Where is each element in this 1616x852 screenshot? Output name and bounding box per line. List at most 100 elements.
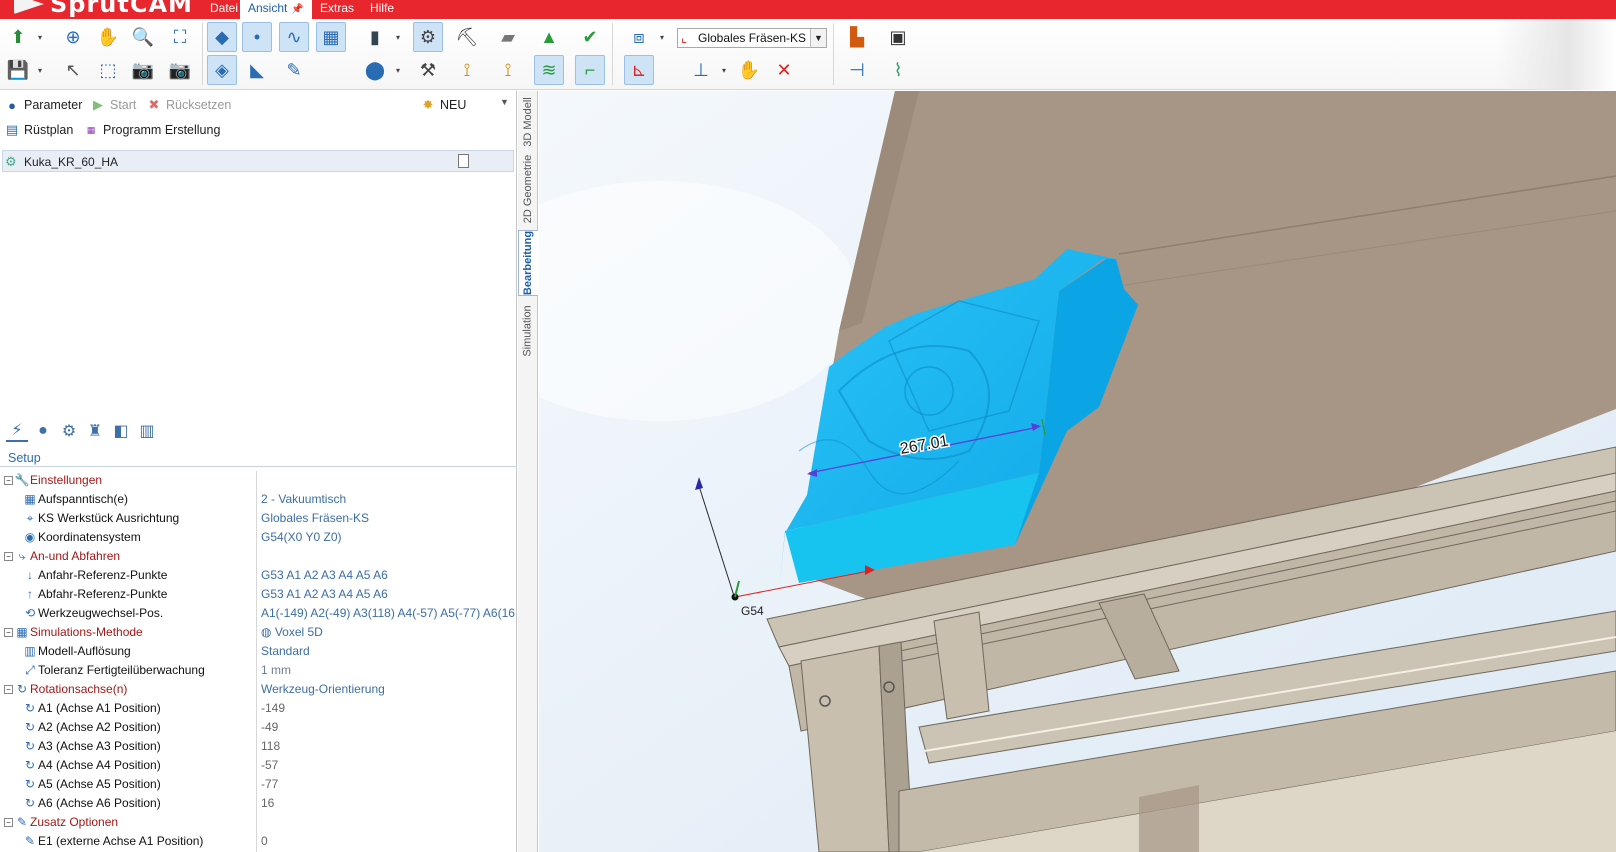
collapse-toggle-icon[interactable]: − xyxy=(4,476,13,485)
tab-2d-geometry[interactable]: 2D Geometrie xyxy=(518,153,538,225)
property-row[interactable]: ⟲ Werkzeugwechsel-Pos. A1(-149) A2(-49) A3… xyxy=(0,604,517,623)
property-row[interactable]: ↻ A1 (Achse A1 Position) -149 xyxy=(0,699,517,718)
color-analysis-icon[interactable]: ▙ xyxy=(842,22,872,52)
property-row[interactable]: ⤢ Toleranz Fertigteilüberwachung 1 mm xyxy=(0,661,517,680)
property-value[interactable]: Standard xyxy=(261,642,516,661)
document-icon[interactable] xyxy=(458,154,469,168)
filter-surfaces-icon[interactable]: ▦ xyxy=(316,22,346,52)
new-cs-icon[interactable]: ⊥ xyxy=(686,55,716,85)
view-cube-icon[interactable]: ⧈ xyxy=(624,22,654,52)
cs-edit-icon[interactable]: ✋ xyxy=(734,55,764,85)
project-tree-item[interactable]: ⚙ Kuka_KR_60_HA xyxy=(2,150,514,172)
pan-hand-icon[interactable]: ✋ xyxy=(93,22,123,52)
view-cube-dropdown-icon[interactable]: ▾ xyxy=(660,33,668,43)
filter-points-icon[interactable]: • xyxy=(242,22,272,52)
import-dropdown-icon[interactable]: ▾ xyxy=(38,33,46,43)
new-cs-dropdown-icon[interactable]: ▾ xyxy=(722,66,730,76)
property-category[interactable]: − ✎ Zusatz Optionen xyxy=(0,813,517,832)
property-row[interactable]: ▦ Aufspanntisch(e) 2 - Vakuumtisch xyxy=(0,490,517,509)
property-row[interactable]: ◉ Koordinatensystem G54(X0 Y0 Z0) xyxy=(0,528,517,547)
pin-icon[interactable]: 📌 xyxy=(291,4,303,15)
import-icon[interactable]: ⬆ xyxy=(3,22,33,52)
property-value[interactable]: ◍ Voxel 5D xyxy=(261,623,516,642)
start-button[interactable]: ▶ Start xyxy=(90,97,136,113)
shape-stock-dropdown-icon[interactable]: ▾ xyxy=(396,66,404,76)
camera-settings-icon[interactable]: 📷 xyxy=(165,55,195,85)
property-value[interactable]: Werkzeug-Orientierung xyxy=(261,680,516,699)
menu-ansicht[interactable]: Ansicht 📌 xyxy=(240,0,312,20)
collapse-toggle-icon[interactable]: − xyxy=(4,628,13,637)
axis-system-icon[interactable]: ⊾ xyxy=(624,55,654,85)
property-row[interactable]: ↓ Anfahr-Referenz-Punkte G53 A1 A2 A3 A4 A… xyxy=(0,566,517,585)
reset-button[interactable]: ✖ Rücksetzen xyxy=(146,97,232,113)
cylinder-stock-dropdown-icon[interactable]: ▾ xyxy=(396,33,404,43)
property-category[interactable]: − 🔧 Einstellungen xyxy=(0,471,517,490)
property-value[interactable]: 1 mm xyxy=(261,661,516,680)
menu-extras[interactable]: Extras xyxy=(312,0,362,19)
zoom-fit-icon[interactable]: ⛶ xyxy=(165,22,195,52)
property-row[interactable]: ↻ A5 (Achse A5 Position) -77 xyxy=(0,775,517,794)
tab-stock-icon[interactable]: ◧ xyxy=(110,420,132,442)
collapse-toggle-icon[interactable]: − xyxy=(4,685,13,694)
property-category[interactable]: − ⤷ An-und Abfahren xyxy=(0,547,517,566)
filter-faces-icon[interactable]: ◆ xyxy=(207,22,237,52)
setup-plan-button[interactable]: ▤ Rüstplan xyxy=(4,122,74,138)
property-category[interactable]: − ▦ Simulations-Methode ◍ Voxel 5D xyxy=(0,623,517,642)
property-row[interactable]: ↻ A4 (Achse A4 Position) -57 xyxy=(0,756,517,775)
coord-system-select[interactable]: ⌞ Globales Fräsen-KS ▼ xyxy=(677,28,827,48)
property-row[interactable]: ⌖ KS Werkstück Ausrichtung Globales Fräsen… xyxy=(0,509,517,528)
property-value[interactable]: -149 xyxy=(261,699,516,718)
tool-holder-icon[interactable]: ⚒ xyxy=(413,55,443,85)
tool-mill-icon[interactable]: ⟟ xyxy=(452,55,482,85)
property-value[interactable]: A1(-149) A2(-49) A3(118) A4(-57) A5(-77)… xyxy=(261,604,516,623)
filter-paint-icon[interactable]: ✎ xyxy=(279,55,309,85)
tab-3d-model[interactable]: 3D Modell xyxy=(518,95,538,149)
property-row[interactable]: ↻ A6 (Achse A6 Position) 16 xyxy=(0,794,517,813)
machine-setup-icon[interactable]: ⚙ xyxy=(413,22,443,52)
caliper-icon[interactable]: ⊣ xyxy=(842,55,872,85)
property-value[interactable]: 0 xyxy=(261,832,516,851)
property-row[interactable]: ↻ A3 (Achse A3 Position) 118 xyxy=(0,737,517,756)
property-value[interactable]: G54(X0 Y0 Z0) xyxy=(261,528,516,547)
property-category[interactable]: − ↻ Rotationsachse(n) Werkzeug-Orientierung xyxy=(0,680,517,699)
property-row[interactable]: ▥ Modell-Auflösung Standard xyxy=(0,642,517,661)
tab-fixture-icon[interactable]: ▥ xyxy=(136,420,158,442)
parameter-button[interactable]: ● Parameter xyxy=(4,97,82,113)
cs-delete-icon[interactable]: ✕ xyxy=(769,55,799,85)
fixture-icon[interactable]: ⛏ xyxy=(452,22,482,52)
tab-simulation[interactable]: Simulation xyxy=(518,301,538,361)
program-creation-button[interactable]: ▦ Programm Erstellung xyxy=(83,122,221,138)
property-value[interactable]: -57 xyxy=(261,756,516,775)
shape-stock-icon[interactable]: ⬤ xyxy=(360,55,390,85)
robot-arm-icon[interactable]: ⌐ xyxy=(575,55,605,85)
cnc-panel-icon[interactable]: ▣ xyxy=(883,22,913,52)
property-row[interactable]: ↻ A2 (Achse A2 Position) -49 xyxy=(0,718,517,737)
chevron-down-icon[interactable]: ▼ xyxy=(810,29,826,47)
property-value[interactable]: Globales Fräsen-KS xyxy=(261,509,516,528)
box-select-icon[interactable]: ⬚ xyxy=(93,55,123,85)
camera-icon[interactable]: 📷 xyxy=(128,55,158,85)
zoom-icon[interactable]: 🔍 xyxy=(128,22,158,52)
tab-machine-icon[interactable]: ⚡ xyxy=(6,420,28,442)
property-value[interactable]: 118 xyxy=(261,737,516,756)
filter-solid-icon[interactable]: ◣ xyxy=(242,55,272,85)
property-value[interactable]: G53 A1 A2 A3 A4 A5 A6 xyxy=(261,585,516,604)
part-ok-icon[interactable]: ✔ xyxy=(575,22,605,52)
save-dropdown-icon[interactable]: ▾ xyxy=(38,66,46,76)
filter-mesh-icon[interactable]: ◈ xyxy=(207,55,237,85)
property-value[interactable]: -49 xyxy=(261,718,516,737)
menu-hilfe[interactable]: Hilfe xyxy=(362,0,402,19)
tab-gear-icon[interactable]: ⚙ xyxy=(58,420,80,442)
filter-curves-icon[interactable]: ∿ xyxy=(279,22,309,52)
property-value[interactable]: 16 xyxy=(261,794,516,813)
tab-machining[interactable]: Bearbeitung xyxy=(518,230,538,296)
toolpath-icon[interactable]: ≋ xyxy=(534,55,564,85)
collapse-toggle-icon[interactable]: − xyxy=(4,552,13,561)
tool-drill-icon[interactable]: ⟟ xyxy=(493,55,523,85)
3d-viewport[interactable]: 267.01 G54 xyxy=(539,91,1616,852)
graph-icon[interactable]: ⌇ xyxy=(883,55,913,85)
property-value[interactable]: -77 xyxy=(261,775,516,794)
part-green-icon[interactable]: ▲ xyxy=(534,22,564,52)
property-value[interactable]: 2 - Vakuumtisch xyxy=(261,490,516,509)
cylinder-stock-icon[interactable]: ▮ xyxy=(360,22,390,52)
